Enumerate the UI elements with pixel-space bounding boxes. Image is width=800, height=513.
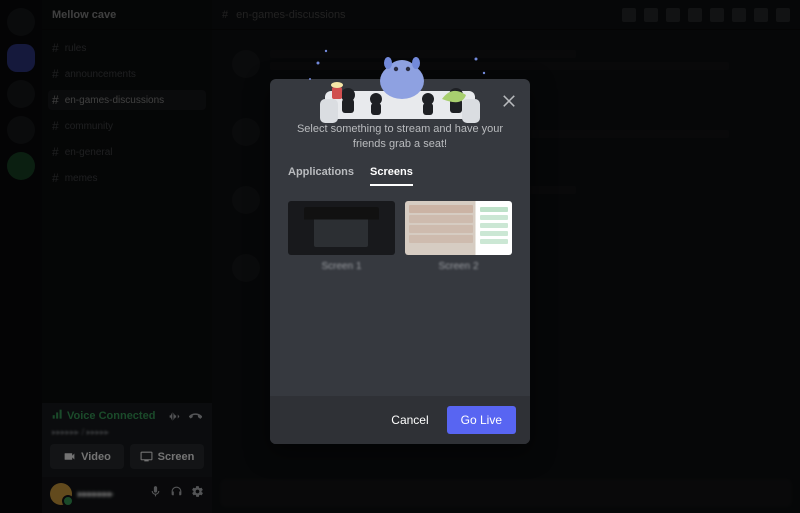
modal-tabs: Applications Screens: [288, 166, 512, 187]
close-icon[interactable]: [500, 91, 518, 109]
modal-illustration: [270, 29, 530, 89]
screen-preview-2: [405, 201, 512, 255]
tab-screens[interactable]: Screens: [370, 166, 413, 186]
tab-applications[interactable]: Applications: [288, 166, 354, 186]
screen-share-modal: Screen Share Select something to stream …: [270, 79, 530, 444]
screen-label: Screen 1: [321, 261, 361, 272]
screen-thumbnails: Screen 1 Screen 2: [288, 201, 512, 272]
modal-overlay[interactable]: Screen Share Select something to stream …: [0, 0, 800, 513]
go-live-button[interactable]: Go Live: [447, 406, 516, 434]
screen-preview-1: [288, 201, 395, 255]
screen-option-1[interactable]: Screen 1: [288, 201, 395, 272]
screen-label: Screen 2: [438, 261, 478, 272]
modal-footer: Cancel Go Live: [270, 396, 530, 444]
cancel-button[interactable]: Cancel: [383, 407, 436, 433]
screen-option-2[interactable]: Screen 2: [405, 201, 512, 272]
